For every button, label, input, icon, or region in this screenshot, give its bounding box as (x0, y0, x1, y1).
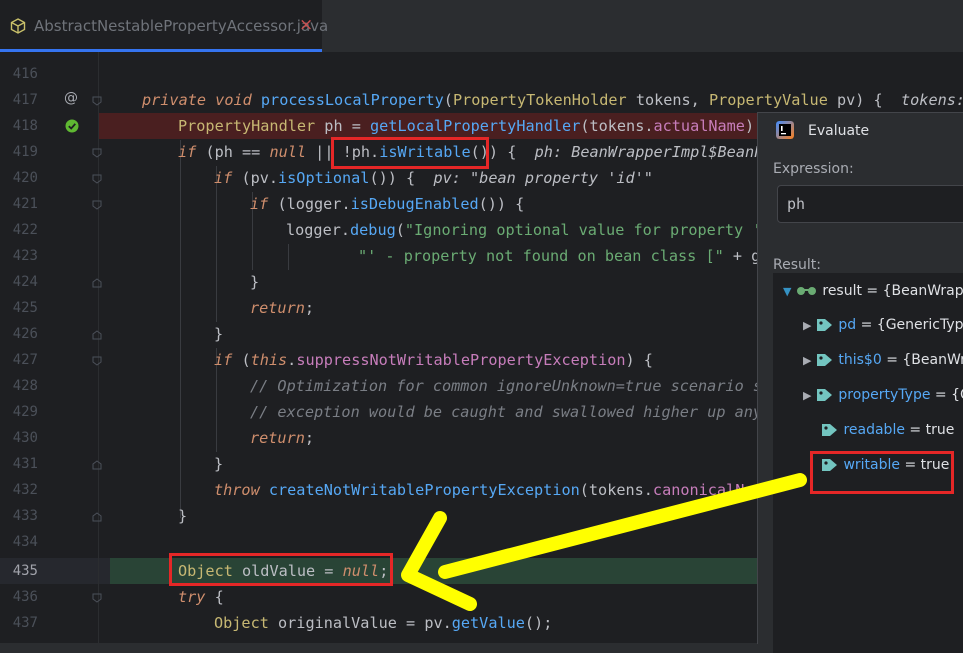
annotation-arrow (401, 473, 807, 611)
